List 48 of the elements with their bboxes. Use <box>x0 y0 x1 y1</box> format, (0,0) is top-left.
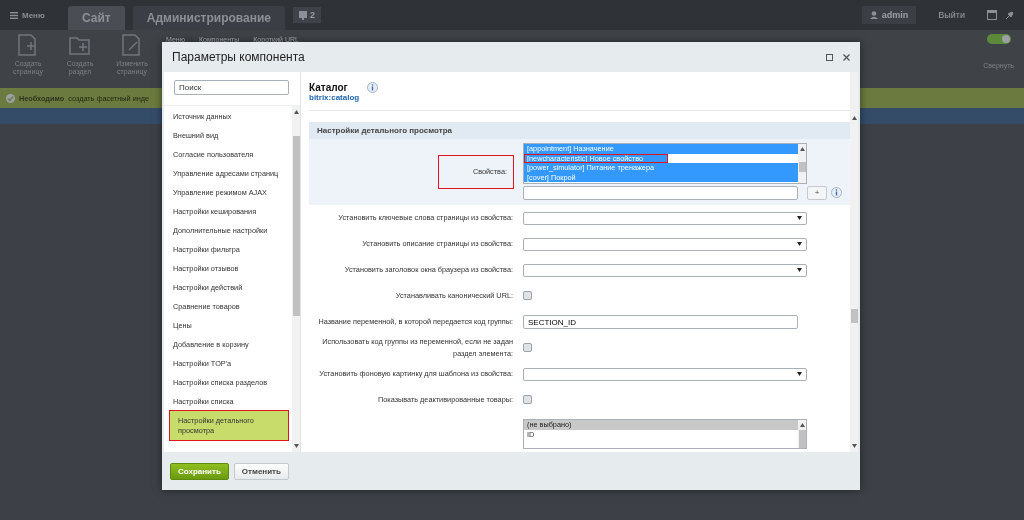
dropdown[interactable] <box>523 237 807 251</box>
user-icon <box>869 11 878 19</box>
checkbox[interactable] <box>523 394 532 404</box>
scrollbar-thumb[interactable] <box>292 136 300 316</box>
search-field[interactable]: Поиск <box>174 80 289 95</box>
input-field[interactable]: SECTION_ID <box>523 315 798 329</box>
dropdown-arrow-icon <box>797 268 802 272</box>
user-button[interactable]: admin <box>861 6 917 24</box>
flag-icon <box>299 10 308 20</box>
scroll-down-icon <box>851 444 857 448</box>
checkbox[interactable] <box>523 290 532 300</box>
check-icon <box>6 93 15 103</box>
add-button[interactable]: + <box>807 185 827 200</box>
component-code: bitrix:catalog <box>309 93 360 102</box>
dropdown[interactable] <box>523 211 807 225</box>
scroll-up-icon <box>799 423 805 427</box>
component-name: Каталог <box>309 82 348 93</box>
input-field[interactable] <box>523 186 798 200</box>
maximize-icon <box>826 53 833 61</box>
logout-link[interactable]: Выйти <box>938 10 965 20</box>
folder-plus-icon <box>69 34 91 56</box>
pin-icon <box>1005 10 1014 20</box>
checkbox[interactable] <box>523 342 532 352</box>
scrollbar-thumb[interactable] <box>798 430 806 448</box>
close-icon <box>843 53 850 61</box>
menu-icon <box>10 11 18 19</box>
group-header: Настройки детального просмотра <box>309 122 850 139</box>
page-plus-icon <box>17 34 39 56</box>
toggle-icon <box>986 34 1011 44</box>
cancel-button[interactable]: Отменить <box>233 462 289 480</box>
dropdown-arrow-icon <box>797 216 802 220</box>
dropdown-arrow-icon <box>797 372 802 376</box>
window-icon <box>987 10 997 20</box>
dropdown[interactable] <box>523 263 807 277</box>
scrollbar-thumb[interactable] <box>798 162 806 172</box>
menu-button[interactable]: Меню <box>10 10 60 20</box>
dropdown-arrow-icon <box>797 242 802 246</box>
notification-count[interactable]: 2 <box>310 10 316 20</box>
scrollbar-thumb[interactable] <box>850 309 858 323</box>
scroll-up-icon <box>799 147 805 151</box>
scroll-down-icon <box>293 444 299 448</box>
page-pencil-icon <box>121 34 143 56</box>
info-icon <box>831 187 842 198</box>
scroll-up-icon <box>293 110 299 114</box>
dialog-title: Параметры компонента <box>172 50 306 64</box>
info-icon <box>367 82 379 93</box>
scroll-up-icon <box>851 116 857 120</box>
dropdown[interactable] <box>523 367 807 381</box>
